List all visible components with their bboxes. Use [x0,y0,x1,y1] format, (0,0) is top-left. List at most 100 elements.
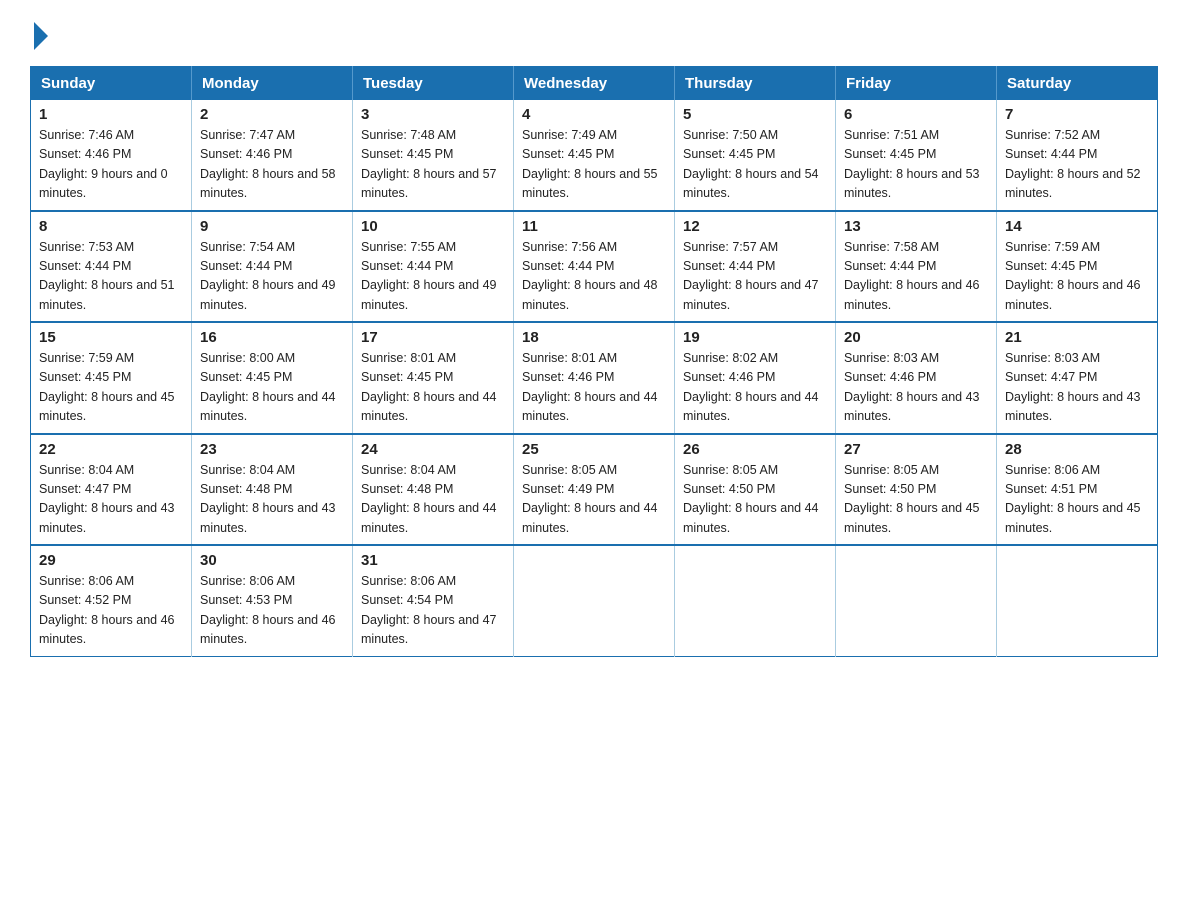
calendar-cell: 14 Sunrise: 7:59 AMSunset: 4:45 PMDayligh… [997,211,1158,323]
logo-top [30,20,48,50]
day-number: 25 [522,441,666,458]
calendar-cell: 13 Sunrise: 7:58 AMSunset: 4:44 PMDayligh… [836,211,997,323]
week-row-4: 22 Sunrise: 8:04 AMSunset: 4:47 PMDayligh… [31,434,1158,546]
day-number: 13 [844,218,988,235]
day-number: 17 [361,329,505,346]
day-info: Sunrise: 8:06 AMSunset: 4:54 PMDaylight:… [361,574,497,646]
calendar-cell: 4 Sunrise: 7:49 AMSunset: 4:45 PMDaylight… [514,100,675,211]
day-info: Sunrise: 7:47 AMSunset: 4:46 PMDaylight:… [200,128,336,200]
day-info: Sunrise: 7:46 AMSunset: 4:46 PMDaylight:… [39,128,168,200]
day-number: 26 [683,441,827,458]
calendar-cell: 1 Sunrise: 7:46 AMSunset: 4:46 PMDaylight… [31,100,192,211]
col-header-friday: Friday [836,67,997,101]
week-row-5: 29 Sunrise: 8:06 AMSunset: 4:52 PMDayligh… [31,545,1158,656]
calendar-cell [997,545,1158,656]
col-header-sunday: Sunday [31,67,192,101]
day-info: Sunrise: 8:05 AMSunset: 4:50 PMDaylight:… [683,463,819,535]
calendar-cell: 28Sunrise: 8:06 AMSunset: 4:51 PMDayligh… [997,434,1158,546]
calendar-cell: 27Sunrise: 8:05 AMSunset: 4:50 PMDayligh… [836,434,997,546]
day-info: Sunrise: 7:49 AMSunset: 4:45 PMDaylight:… [522,128,658,200]
day-number: 6 [844,106,988,123]
calendar-cell: 24Sunrise: 8:04 AMSunset: 4:48 PMDayligh… [353,434,514,546]
day-number: 7 [1005,106,1149,123]
col-header-tuesday: Tuesday [353,67,514,101]
calendar-cell: 21 Sunrise: 8:03 AMSunset: 4:47 PMDayligh… [997,322,1158,434]
calendar-cell: 16Sunrise: 8:00 AMSunset: 4:45 PMDayligh… [192,322,353,434]
calendar-cell: 18Sunrise: 8:01 AMSunset: 4:46 PMDayligh… [514,322,675,434]
day-number: 24 [361,441,505,458]
calendar-cell: 5 Sunrise: 7:50 AMSunset: 4:45 PMDaylight… [675,100,836,211]
calendar-cell: 29 Sunrise: 8:06 AMSunset: 4:52 PMDayligh… [31,545,192,656]
week-row-3: 15 Sunrise: 7:59 AMSunset: 4:45 PMDayligh… [31,322,1158,434]
week-row-1: 1 Sunrise: 7:46 AMSunset: 4:46 PMDaylight… [31,100,1158,211]
day-number: 12 [683,218,827,235]
calendar-cell [514,545,675,656]
calendar-cell [675,545,836,656]
day-info: Sunrise: 7:48 AMSunset: 4:45 PMDaylight:… [361,128,497,200]
day-number: 1 [39,106,183,123]
logo-arrow-icon [34,22,48,50]
day-info: Sunrise: 8:03 AMSunset: 4:47 PMDaylight:… [1005,351,1141,423]
day-info: Sunrise: 7:50 AMSunset: 4:45 PMDaylight:… [683,128,819,200]
day-number: 15 [39,329,183,346]
col-header-saturday: Saturday [997,67,1158,101]
day-info: Sunrise: 8:06 AMSunset: 4:52 PMDaylight:… [39,574,175,646]
day-number: 23 [200,441,344,458]
day-number: 4 [522,106,666,123]
calendar-cell: 11 Sunrise: 7:56 AMSunset: 4:44 PMDayligh… [514,211,675,323]
calendar-cell: 12 Sunrise: 7:57 AMSunset: 4:44 PMDayligh… [675,211,836,323]
day-info: Sunrise: 8:00 AMSunset: 4:45 PMDaylight:… [200,351,336,423]
day-info: Sunrise: 8:02 AMSunset: 4:46 PMDaylight:… [683,351,819,423]
day-info: Sunrise: 8:04 AMSunset: 4:47 PMDaylight:… [39,463,175,535]
day-info: Sunrise: 7:58 AMSunset: 4:44 PMDaylight:… [844,240,980,312]
day-number: 3 [361,106,505,123]
day-number: 30 [200,552,344,569]
calendar-cell: 31Sunrise: 8:06 AMSunset: 4:54 PMDayligh… [353,545,514,656]
col-header-thursday: Thursday [675,67,836,101]
day-info: Sunrise: 8:03 AMSunset: 4:46 PMDaylight:… [844,351,980,423]
day-number: 8 [39,218,183,235]
calendar-cell: 6Sunrise: 7:51 AMSunset: 4:45 PMDaylight… [836,100,997,211]
calendar-cell: 17Sunrise: 8:01 AMSunset: 4:45 PMDayligh… [353,322,514,434]
col-header-monday: Monday [192,67,353,101]
calendar-cell: 10Sunrise: 7:55 AMSunset: 4:44 PMDayligh… [353,211,514,323]
calendar-cell: 30 Sunrise: 8:06 AMSunset: 4:53 PMDayligh… [192,545,353,656]
day-number: 5 [683,106,827,123]
calendar-cell: 7 Sunrise: 7:52 AMSunset: 4:44 PMDaylight… [997,100,1158,211]
day-info: Sunrise: 8:06 AMSunset: 4:51 PMDaylight:… [1005,463,1141,535]
day-number: 2 [200,106,344,123]
day-info: Sunrise: 7:56 AMSunset: 4:44 PMDaylight:… [522,240,658,312]
day-info: Sunrise: 7:54 AMSunset: 4:44 PMDaylight:… [200,240,336,312]
day-info: Sunrise: 8:06 AMSunset: 4:53 PMDaylight:… [200,574,336,646]
day-number: 14 [1005,218,1149,235]
page-header [30,20,1158,46]
calendar-cell: 25 Sunrise: 8:05 AMSunset: 4:49 PMDayligh… [514,434,675,546]
day-number: 21 [1005,329,1149,346]
day-info: Sunrise: 8:05 AMSunset: 4:50 PMDaylight:… [844,463,980,535]
calendar-cell: 3 Sunrise: 7:48 AMSunset: 4:45 PMDaylight… [353,100,514,211]
day-number: 11 [522,218,666,235]
day-info: Sunrise: 7:57 AMSunset: 4:44 PMDaylight:… [683,240,819,312]
day-info: Sunrise: 8:04 AMSunset: 4:48 PMDaylight:… [200,463,336,535]
day-info: Sunrise: 7:59 AMSunset: 4:45 PMDaylight:… [39,351,175,423]
calendar-cell: 22 Sunrise: 8:04 AMSunset: 4:47 PMDayligh… [31,434,192,546]
calendar-cell: 23 Sunrise: 8:04 AMSunset: 4:48 PMDayligh… [192,434,353,546]
day-number: 10 [361,218,505,235]
calendar-cell: 2 Sunrise: 7:47 AMSunset: 4:46 PMDaylight… [192,100,353,211]
day-number: 19 [683,329,827,346]
col-header-wednesday: Wednesday [514,67,675,101]
header-row: SundayMondayTuesdayWednesdayThursdayFrid… [31,67,1158,101]
week-row-2: 8 Sunrise: 7:53 AMSunset: 4:44 PMDaylight… [31,211,1158,323]
day-info: Sunrise: 7:52 AMSunset: 4:44 PMDaylight:… [1005,128,1141,200]
calendar-cell: 19 Sunrise: 8:02 AMSunset: 4:46 PMDayligh… [675,322,836,434]
day-info: Sunrise: 7:53 AMSunset: 4:44 PMDaylight:… [39,240,175,312]
day-number: 18 [522,329,666,346]
calendar-cell: 8 Sunrise: 7:53 AMSunset: 4:44 PMDaylight… [31,211,192,323]
calendar-cell: 15 Sunrise: 7:59 AMSunset: 4:45 PMDayligh… [31,322,192,434]
calendar-cell: 26 Sunrise: 8:05 AMSunset: 4:50 PMDayligh… [675,434,836,546]
day-info: Sunrise: 8:05 AMSunset: 4:49 PMDaylight:… [522,463,658,535]
day-number: 22 [39,441,183,458]
calendar-table: SundayMondayTuesdayWednesdayThursdayFrid… [30,66,1158,657]
day-number: 29 [39,552,183,569]
day-info: Sunrise: 7:59 AMSunset: 4:45 PMDaylight:… [1005,240,1141,312]
